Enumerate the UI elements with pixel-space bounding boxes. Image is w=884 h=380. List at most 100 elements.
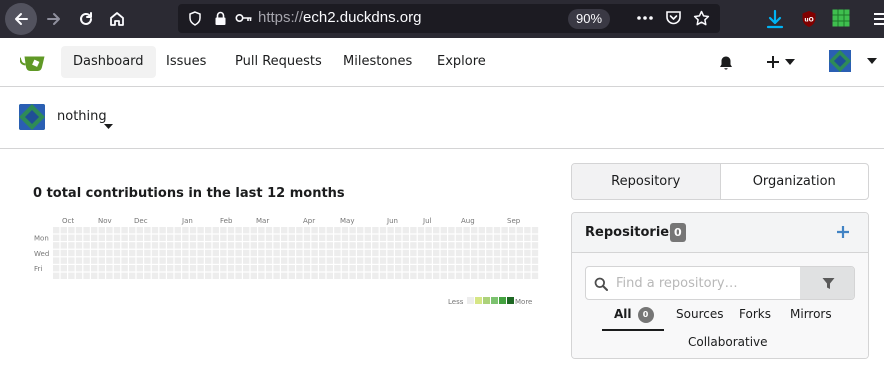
heatmap-cell[interactable]: [357, 249, 364, 257]
nav-issues[interactable]: Issues: [154, 46, 218, 78]
heatmap-cell[interactable]: [296, 249, 303, 257]
heatmap-cell[interactable]: [524, 242, 531, 249]
heatmap-cell[interactable]: [197, 249, 204, 257]
heatmap-cell[interactable]: [478, 249, 485, 257]
heatmap-cell[interactable]: [227, 249, 235, 257]
heatmap-cell[interactable]: [531, 257, 539, 264]
heatmap-cell[interactable]: [326, 242, 333, 249]
heatmap-cell[interactable]: [516, 272, 523, 279]
heatmap-cell[interactable]: [387, 272, 394, 279]
heatmap-cell[interactable]: [493, 234, 501, 241]
heatmap-cell[interactable]: [425, 265, 432, 272]
heatmap-cell[interactable]: [440, 234, 447, 241]
heatmap-cell[interactable]: [372, 257, 379, 264]
heatmap-cell[interactable]: [417, 242, 425, 249]
heatmap-cell[interactable]: [129, 257, 136, 264]
heatmap-cell[interactable]: [250, 249, 257, 257]
heatmap-cell[interactable]: [509, 242, 516, 249]
heatmap-cell[interactable]: [151, 272, 159, 279]
heatmap-cell[interactable]: [212, 249, 219, 257]
heatmap-cell[interactable]: [486, 265, 493, 272]
heatmap-cell[interactable]: [379, 242, 387, 249]
heatmap-cell[interactable]: [220, 272, 227, 279]
heatmap-cell[interactable]: [144, 265, 151, 272]
heatmap-cell[interactable]: [98, 227, 105, 234]
heatmap-cell[interactable]: [83, 257, 90, 264]
heatmap-cell[interactable]: [334, 272, 341, 279]
heatmap-cell[interactable]: [91, 242, 98, 249]
heatmap-cell[interactable]: [60, 272, 67, 279]
heatmap-cell[interactable]: [402, 265, 409, 272]
heatmap-cell[interactable]: [402, 227, 409, 234]
heatmap-cell[interactable]: [189, 257, 197, 264]
heatmap-cell[interactable]: [448, 242, 455, 249]
heatmap-cell[interactable]: [440, 227, 447, 234]
heatmap-cell[interactable]: [189, 249, 197, 257]
heatmap-cell[interactable]: [410, 257, 417, 264]
heatmap-cell[interactable]: [151, 234, 159, 241]
heatmap-cell[interactable]: [334, 265, 341, 272]
heatmap-cell[interactable]: [311, 265, 318, 272]
heatmap-cell[interactable]: [167, 257, 174, 264]
ublock-origin-icon[interactable]: uO: [801, 10, 817, 28]
heatmap-cell[interactable]: [136, 272, 143, 279]
heatmap-cell[interactable]: [341, 265, 349, 272]
heatmap-cell[interactable]: [265, 257, 273, 264]
heatmap-cell[interactable]: [448, 265, 455, 272]
heatmap-cell[interactable]: [311, 272, 318, 279]
heatmap-cell[interactable]: [493, 242, 501, 249]
heatmap-cell[interactable]: [197, 272, 204, 279]
heatmap-cell[interactable]: [402, 257, 409, 264]
heatmap-cell[interactable]: [144, 249, 151, 257]
heatmap-cell[interactable]: [159, 257, 166, 264]
heatmap-cell[interactable]: [227, 265, 235, 272]
heatmap-cell[interactable]: [387, 265, 394, 272]
heatmap-cell[interactable]: [121, 272, 128, 279]
heatmap-cell[interactable]: [212, 265, 219, 272]
heatmap-cell[interactable]: [455, 227, 463, 234]
heatmap-cell[interactable]: [493, 227, 501, 234]
heatmap-cell[interactable]: [174, 257, 181, 264]
heatmap-cell[interactable]: [524, 234, 531, 241]
heatmap-cell[interactable]: [220, 265, 227, 272]
heatmap-cell[interactable]: [425, 242, 432, 249]
heatmap-cell[interactable]: [433, 242, 440, 249]
heatmap-cell[interactable]: [227, 234, 235, 241]
heatmap-cell[interactable]: [98, 272, 105, 279]
heatmap-cell[interactable]: [524, 265, 531, 272]
heatmap-cell[interactable]: [516, 242, 523, 249]
heatmap-cell[interactable]: [182, 227, 189, 234]
heatmap-cell[interactable]: [53, 234, 60, 241]
heatmap-cell[interactable]: [136, 242, 143, 249]
heatmap-cell[interactable]: [281, 242, 288, 249]
heatmap-cell[interactable]: [83, 242, 90, 249]
heatmap-cell[interactable]: [113, 227, 121, 234]
heatmap-cell[interactable]: [349, 249, 356, 257]
heatmap-cell[interactable]: [440, 242, 447, 249]
download-icon[interactable]: [766, 9, 784, 29]
heatmap-cell[interactable]: [471, 257, 478, 264]
heatmap-cell[interactable]: [144, 242, 151, 249]
reload-button[interactable]: [71, 4, 101, 34]
heatmap-cell[interactable]: [106, 265, 113, 272]
heatmap-cell[interactable]: [159, 227, 166, 234]
heatmap-cell[interactable]: [433, 249, 440, 257]
heatmap-cell[interactable]: [410, 227, 417, 234]
repository-search-input[interactable]: [616, 267, 800, 299]
heatmap-cell[interactable]: [265, 272, 273, 279]
heatmap-cell[interactable]: [303, 242, 311, 249]
heatmap-cell[interactable]: [167, 234, 174, 241]
heatmap-cell[interactable]: [486, 257, 493, 264]
heatmap-cell[interactable]: [174, 242, 181, 249]
heatmap-cell[interactable]: [463, 249, 470, 257]
heatmap-cell[interactable]: [417, 265, 425, 272]
heatmap-cell[interactable]: [265, 242, 273, 249]
heatmap-cell[interactable]: [372, 272, 379, 279]
heatmap-cell[interactable]: [288, 249, 295, 257]
heatmap-cell[interactable]: [212, 227, 219, 234]
heatmap-cell[interactable]: [357, 257, 364, 264]
heatmap-cell[interactable]: [387, 257, 394, 264]
heatmap-cell[interactable]: [433, 257, 440, 264]
heatmap-cell[interactable]: [83, 265, 90, 272]
heatmap-cell[interactable]: [189, 272, 197, 279]
